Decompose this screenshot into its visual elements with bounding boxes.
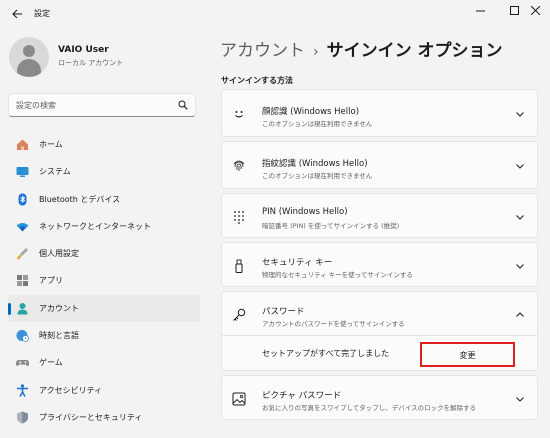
avatar[interactable] [9,37,49,77]
arrow-left-icon [11,9,22,19]
search-box[interactable] [8,93,196,117]
back-button[interactable] [6,4,28,24]
avatar-body [17,59,41,77]
gamepad-icon [16,360,29,367]
avatar-head [23,45,35,57]
sidebar-item-label: 時刻と言語 [39,331,79,341]
sidebar-item-label: 個人用設定 [39,249,79,259]
change-password-button[interactable]: 変更 [420,342,515,367]
system-icon [16,167,29,178]
option-title: パスワード [262,307,305,317]
sidebar-item-label: ゲーム [39,358,63,368]
home-icon [17,139,28,150]
user-name: VAIO User [58,45,109,55]
bluetooth-icon [18,193,27,206]
option-title: 指紋認識 (Windows Hello) [262,159,368,169]
fingerprint-icon [233,160,245,171]
minimize-button[interactable] [463,0,497,22]
breadcrumb-separator: › [313,44,319,60]
globe-clock-icon [16,330,29,342]
search-icon [178,100,188,110]
usb-key-icon [235,259,243,273]
chevron-down-icon [516,164,524,169]
picture-icon [232,392,246,406]
wifi-icon [16,222,29,232]
sidebar-item-label: アカウント [39,303,79,313]
sidebar-nav: ホーム システム Bluetooth とデバイス ネットワークとインターネット … [8,131,200,431]
option-subtitle: このオプションは現在利用できません [262,120,373,128]
option-subtitle: このオプションは現在利用できません [262,172,373,180]
sidebar-item-label: Bluetooth とデバイス [39,194,121,204]
breadcrumb: アカウント › サインイン オプション [220,36,503,61]
chevron-down-icon [516,397,524,402]
breadcrumb-parent[interactable]: アカウント [220,41,305,61]
sidebar-item-bluetooth[interactable]: Bluetooth とデバイス [8,186,200,213]
chevron-down-icon [516,112,524,117]
chevron-down-icon [516,215,524,220]
option-face-recognition[interactable]: 顔認識 (Windows Hello) このオプションは現在利用できません [221,89,538,137]
sidebar-item-system[interactable]: システム [8,158,200,185]
key-icon [233,308,246,321]
close-button[interactable] [521,0,550,22]
sidebar-item-label: ネットワークとインターネット [39,221,151,231]
maximize-icon [509,6,519,15]
pin-keypad-icon [234,211,244,224]
sidebar-item-label: アプリ [39,276,63,286]
brush-icon [17,248,28,260]
option-password[interactable]: パスワード アカウントのパスワードを使ってサインインする [221,291,538,336]
option-title: セキュリティ キー [262,258,333,268]
page-title: サインイン オプション [326,41,503,61]
sidebar-item-label: ホーム [39,140,63,149]
chevron-up-icon [516,312,524,317]
account-icon [17,302,28,315]
sidebar-item-personalization[interactable]: 個人用設定 [8,240,200,267]
title-bar: 設定 [0,0,550,28]
option-security-key[interactable]: セキュリティ キー 物理的なセキュリティ キーを使ってサインインする [221,242,538,287]
option-title: PIN (Windows Hello) [262,207,348,217]
app-title: 設定 [34,9,50,18]
sidebar-item-label: システム [39,167,71,177]
sidebar-item-label: プライバシーとセキュリティ [39,412,143,422]
accessibility-icon [17,384,28,397]
apps-icon [17,275,28,287]
section-heading: サインインする方法 [221,76,293,85]
sidebar-item-privacy[interactable]: プライバシーとセキュリティ [8,404,200,431]
chevron-down-icon [516,264,524,269]
option-subtitle: アカウントのパスワードを使ってサインインする [262,320,405,328]
change-button-label: 変更 [459,351,476,360]
option-subtitle: 暗証番号 (PIN) を使ってサインインする (推奨) [262,222,400,230]
sidebar-item-network[interactable]: ネットワークとインターネット [8,213,200,240]
sidebar-item-accessibility[interactable]: アクセシビリティ [8,377,200,404]
sidebar-item-accounts[interactable]: アカウント [8,294,200,323]
user-account-type: ローカル アカウント [58,59,124,67]
face-icon [235,111,243,118]
sidebar-item-gaming[interactable]: ゲーム [8,349,200,376]
option-title: 顔認識 (Windows Hello) [262,107,360,117]
sidebar-item-home[interactable]: ホーム [8,131,200,158]
option-pin[interactable]: PIN (Windows Hello) 暗証番号 (PIN) を使ってサインイン… [221,193,538,238]
option-subtitle: 物理的なセキュリティ キーを使ってサインインする [262,271,413,279]
option-picture-password[interactable]: ピクチャ パスワード お気に入りの写真をスワイプしてタップし、デバイスのロックを… [221,375,538,420]
sidebar-item-time-language[interactable]: 時刻と言語 [8,322,200,349]
shield-icon [17,411,28,424]
sidebar-item-label: アクセシビリティ [39,385,103,395]
close-icon [530,5,541,16]
option-subtitle: お気に入りの写真をスワイプしてタップし、デバイスのロックを解除する [262,404,477,412]
sidebar-item-apps[interactable]: アプリ [8,267,200,294]
search-input[interactable] [16,98,176,113]
password-status: セットアップがすべて完了しました [262,349,390,358]
option-title: ピクチャ パスワード [262,391,342,401]
minimize-icon [475,10,485,12]
option-fingerprint[interactable]: 指紋認識 (Windows Hello) このオプションは現在利用できません [221,141,538,189]
